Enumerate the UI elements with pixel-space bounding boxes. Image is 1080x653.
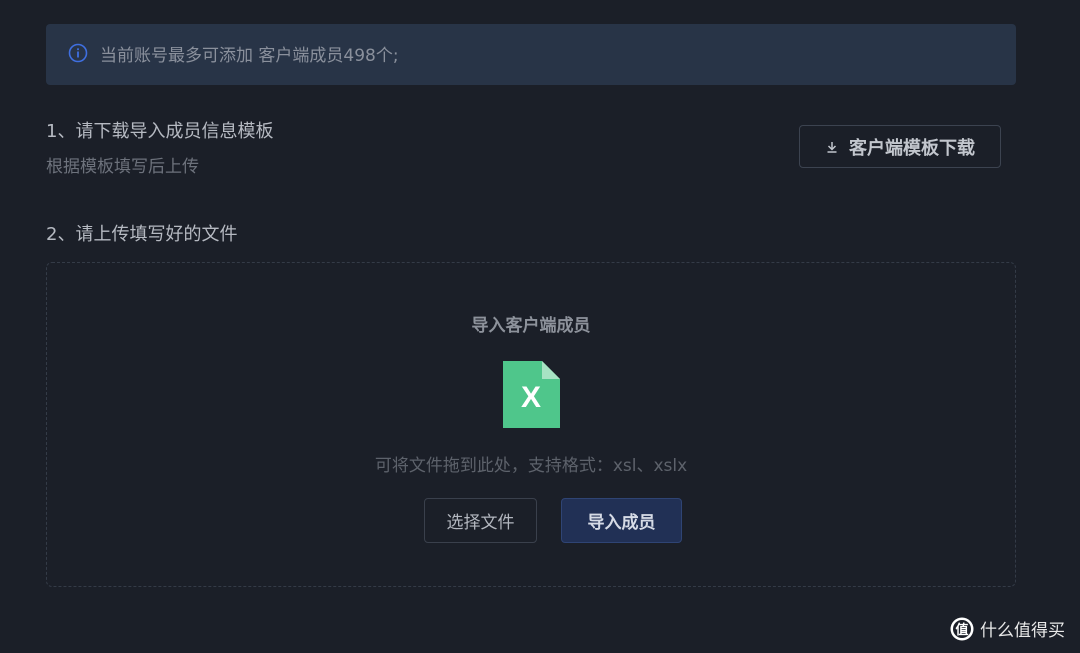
- excel-file-icon: X: [503, 361, 560, 428]
- dropzone-hint: 可将文件拖到此处，支持格式：xsl、xslx: [374, 456, 688, 476]
- choose-file-button[interactable]: 选择文件: [424, 498, 537, 543]
- notice-text: 当前账号最多可添加 客户端成员498个;: [100, 46, 399, 66]
- excel-icon-letter: X: [521, 381, 541, 414]
- dropzone-title: 导入客户端成员: [471, 316, 591, 336]
- template-download-button[interactable]: 客户端模板下载: [799, 125, 1001, 168]
- svg-text:值: 值: [955, 622, 968, 637]
- step1-title: 1、请下载导入成员信息模板: [46, 121, 274, 142]
- step1-hint: 根据模板填写后上传: [46, 157, 199, 177]
- download-icon: [825, 140, 839, 154]
- info-icon: [68, 43, 88, 63]
- import-members-button[interactable]: 导入成员: [561, 498, 682, 543]
- smzdm-logo-icon: 值: [950, 617, 974, 640]
- notice-banner: 当前账号最多可添加 客户端成员498个;: [46, 24, 1016, 85]
- upload-dropzone[interactable]: 导入客户端成员 X 可将文件拖到此处，支持格式：xsl、xslx 选择文件 导入…: [46, 262, 1016, 587]
- watermark-text: 什么值得买: [980, 621, 1065, 641]
- watermark: 值 什么值得买: [950, 616, 1065, 641]
- template-download-label: 客户端模板下载: [849, 137, 975, 159]
- step2-title: 2、请上传填写好的文件: [46, 224, 238, 245]
